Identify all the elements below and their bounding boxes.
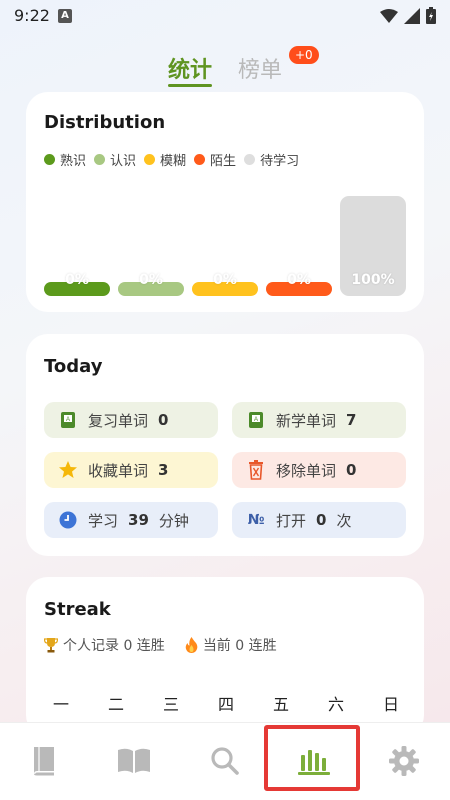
book-icon: A [246, 410, 266, 430]
nav-reader[interactable] [114, 741, 154, 781]
study-time-stat[interactable]: 学习 39 分钟 [44, 502, 218, 538]
tab-statistics[interactable]: 统计 [168, 52, 212, 84]
today-title: Today [44, 356, 103, 377]
notification-badge: A [58, 9, 72, 23]
weekday-label: 一 [52, 695, 69, 714]
open-book-icon [118, 748, 150, 773]
status-icons [380, 7, 436, 24]
book-icon [34, 747, 54, 776]
svg-text:A: A [254, 417, 258, 423]
weekday-header: 一 二 三 四 五 六 日 [46, 691, 406, 715]
review-words-stat[interactable]: A 复习单词 0 [44, 402, 218, 438]
weekday-label: 六 [327, 695, 344, 714]
favorite-words-stat[interactable]: 收藏单词 3 [44, 452, 218, 488]
distribution-legend: 熟识 认识 模糊 陌生 待学习 [44, 150, 299, 169]
stat-value: 0 [316, 511, 327, 529]
current-streak-text: 当前 0 连胜 [202, 638, 277, 654]
active-tab-indicator [168, 84, 212, 87]
fire-icon [185, 637, 198, 653]
selection-highlight [264, 725, 360, 791]
distribution-title: Distribution [44, 112, 166, 133]
stat-unit: 次 [336, 511, 352, 530]
distribution-bar: 0% [192, 272, 258, 296]
stat-label: 移除单词 [276, 461, 337, 480]
stat-value: 0 [158, 411, 169, 429]
trophy-icon [44, 638, 58, 653]
stat-label: 新学单词 [276, 411, 337, 430]
bar-value-label: 0% [65, 272, 89, 288]
top-tabs: 统计 榜单 [0, 48, 450, 88]
legend-dot [44, 154, 55, 165]
ranking-badge: +0 [289, 46, 319, 64]
today-card: Today A 复习单词 0 A 新学单词 7 收藏单词 3 移除单词 0 学习 39 分钟… [26, 334, 424, 556]
weekday-label: 四 [217, 695, 234, 714]
star-icon [58, 460, 78, 480]
streak-title: Streak [44, 599, 111, 620]
search-icon [211, 747, 239, 775]
legend-item: 认识 [94, 150, 136, 169]
battery-icon [426, 7, 436, 24]
signal-icon [404, 7, 420, 24]
weekday-label: 五 [272, 695, 289, 714]
tab-ranking[interactable]: 榜单 [238, 52, 282, 84]
gear-icon [389, 746, 419, 776]
bar-value-label: 100% [351, 272, 395, 288]
legend-item: 熟识 [44, 150, 86, 169]
svg-text:A: A [66, 417, 70, 423]
current-streak: 当前 0 连胜 [185, 635, 277, 655]
streak-card: Streak 个人记录 0 连胜 当前 0 连胜 一 二 三 四 五 六 日 [26, 577, 424, 737]
stat-label: 收藏单词 [88, 461, 149, 480]
distribution-bar: 0% [44, 272, 110, 296]
legend-dot [94, 154, 106, 165]
removed-words-stat[interactable]: 移除单词 0 [232, 452, 406, 488]
weekday-label: 三 [162, 695, 179, 714]
legend-dot [144, 154, 156, 165]
stat-label: 学习 [88, 511, 119, 530]
bar-value-label: 0% [213, 272, 237, 288]
clock-icon [58, 510, 78, 530]
legend-item: 待学习 [244, 150, 299, 169]
status-bar: 9:22 A [0, 0, 450, 32]
legend-label: 模糊 [160, 154, 187, 169]
bottom-navigation [0, 722, 450, 800]
streak-stats: 个人记录 0 连胜 当前 0 连胜 [44, 635, 277, 655]
nav-book[interactable] [24, 741, 64, 781]
distribution-card: Distribution 熟识 认识 模糊 陌生 待学习 0% 0% 0% 0%… [26, 92, 424, 312]
stat-value: 39 [128, 511, 149, 529]
legend-item: 陌生 [194, 150, 236, 169]
legend-label: 陌生 [210, 154, 237, 169]
new-words-stat[interactable]: A 新学单词 7 [232, 402, 406, 438]
bar-value-label: 0% [139, 272, 163, 288]
legend-item: 模糊 [144, 150, 186, 169]
legend-dot [244, 154, 256, 165]
status-time: 9:22 [14, 6, 50, 25]
weekday-label: 日 [382, 695, 399, 714]
stat-unit: 分钟 [158, 511, 189, 530]
legend-label: 熟识 [60, 154, 87, 169]
personal-record-text: 个人记录 0 连胜 [63, 638, 165, 654]
distribution-bar: 100% [340, 196, 406, 296]
distribution-bar: 0% [118, 272, 184, 296]
legend-dot [194, 154, 206, 165]
bar-value-label: 0% [287, 272, 311, 288]
stat-value: 0 [346, 461, 357, 479]
weekday-label: 二 [107, 695, 124, 714]
book-icon: A [58, 410, 78, 430]
legend-label: 待学习 [260, 154, 300, 169]
nav-search[interactable] [205, 741, 245, 781]
nav-settings[interactable] [384, 741, 424, 781]
personal-record: 个人记录 0 连胜 [44, 635, 165, 655]
stat-value: 7 [346, 411, 357, 429]
wifi-icon [380, 8, 398, 23]
stat-label: 复习单词 [88, 411, 149, 430]
stat-label: 打开 [276, 511, 307, 530]
trash-icon [246, 460, 266, 480]
distribution-bar: 0% [266, 272, 332, 296]
legend-label: 认识 [110, 154, 137, 169]
number-icon: № [247, 512, 265, 528]
open-count-stat[interactable]: № 打开 0 次 [232, 502, 406, 538]
stat-value: 3 [158, 461, 169, 479]
